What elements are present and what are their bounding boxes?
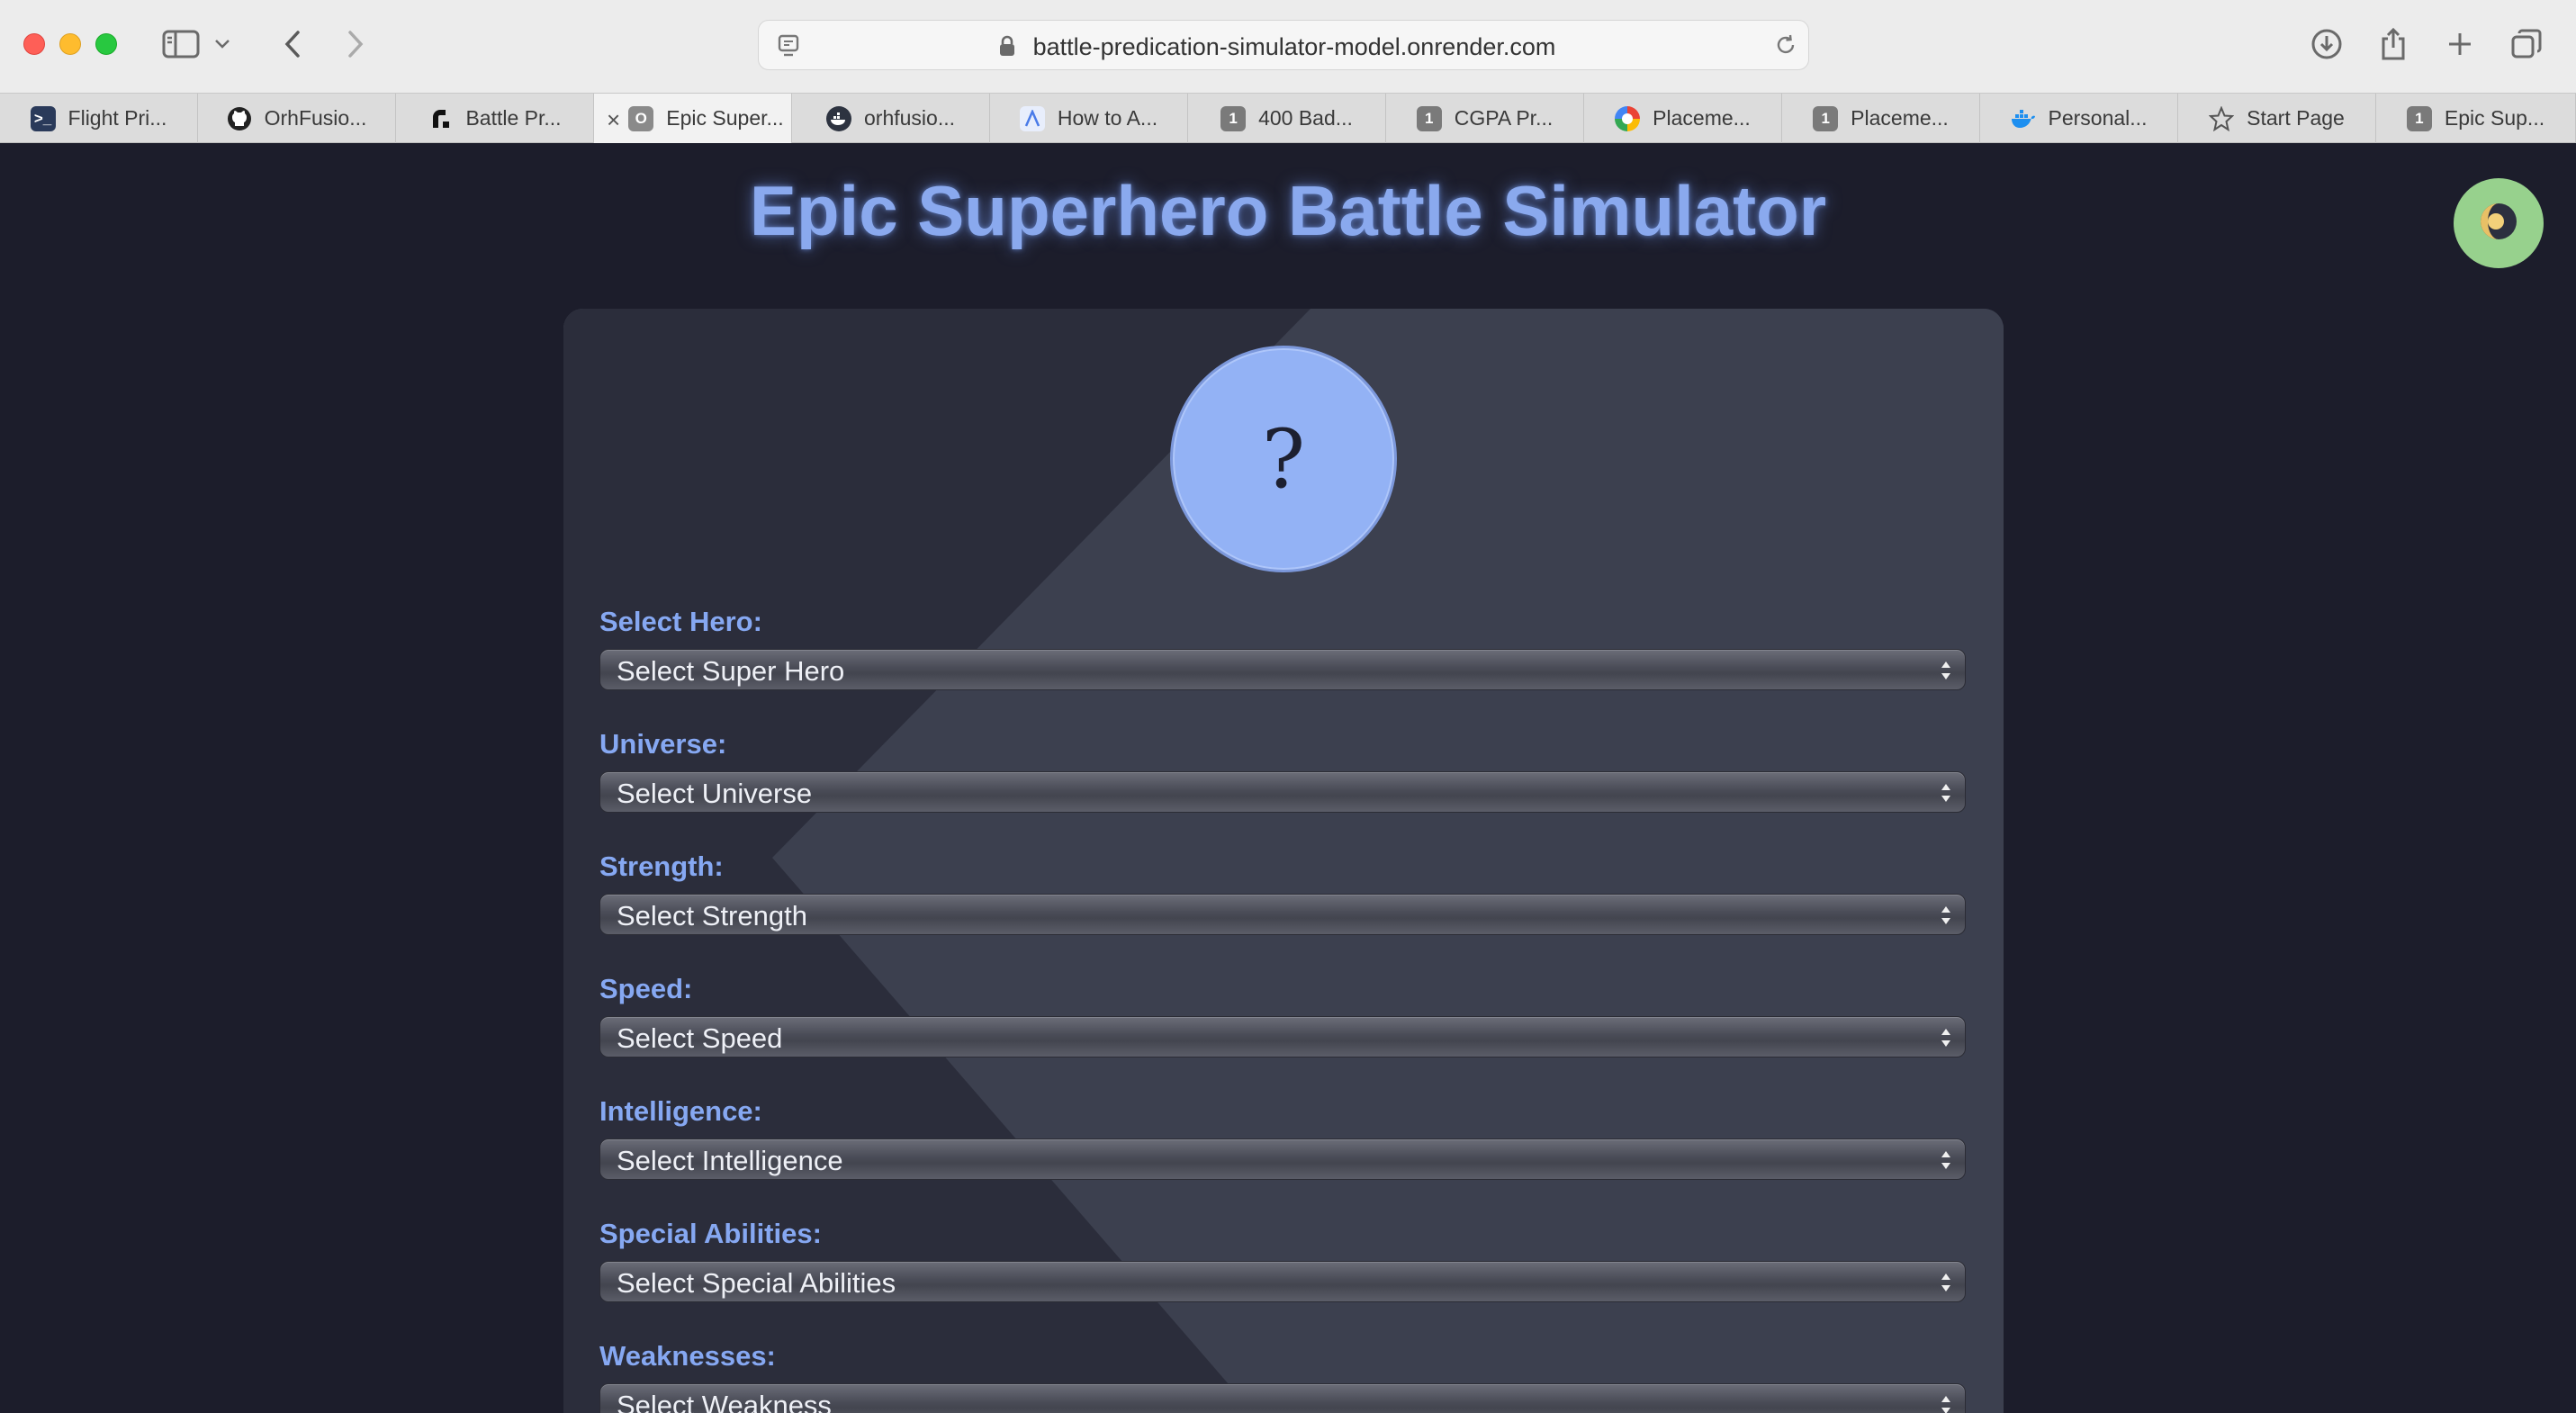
theme-toggle-button[interactable] [2454, 178, 2544, 268]
moon-sun-icon [2477, 200, 2520, 248]
tab-label: Placeme... [1851, 106, 1949, 130]
tab-flight-price[interactable]: >_ Flight Pri... [0, 94, 198, 143]
speed-label: Speed: [599, 973, 693, 1004]
tab-placement-1[interactable]: Placeme... [1584, 94, 1782, 143]
select-arrows-icon [1941, 784, 1950, 802]
tab-label: orhfusio... [864, 106, 955, 130]
select-arrows-icon [1941, 662, 1950, 680]
hero-label: Select Hero: [599, 606, 762, 637]
docker-hub-icon [826, 105, 851, 131]
tab-epic-superhero-2[interactable]: 1 Epic Sup... [2376, 94, 2576, 143]
sidebar-toggle-icon[interactable] [158, 22, 203, 67]
tab-github[interactable]: OrhFusio... [198, 94, 396, 143]
tab-overview-icon[interactable] [2504, 22, 2549, 67]
weaknesses-select[interactable]: Select Weakness [599, 1383, 1966, 1413]
share-icon[interactable] [2371, 22, 2416, 67]
strength-select[interactable]: Select Strength [599, 894, 1966, 935]
new-tab-plus-icon[interactable] [2437, 22, 2482, 67]
strength-select-value: Select Strength [617, 900, 807, 932]
lock-icon [998, 35, 1016, 61]
back-arrow-icon[interactable] [270, 22, 315, 67]
window-maximize-button[interactable] [95, 33, 117, 55]
github-icon [227, 106, 252, 131]
weaknesses-select-value: Select Weakness [617, 1390, 832, 1413]
badge-1-icon: 1 [1416, 105, 1442, 131]
chevron-down-icon[interactable] [209, 22, 236, 67]
tab-label: 400 Bad... [1258, 106, 1353, 130]
universe-select[interactable]: Select Universe [599, 771, 1966, 813]
tab-how-to[interactable]: How to A... [990, 94, 1188, 143]
intelligence-select[interactable]: Select Intelligence [599, 1138, 1966, 1180]
badge-1-icon: 1 [1813, 105, 1839, 131]
hero-avatar-placeholder: ? [1170, 346, 1397, 572]
select-arrows-icon [1941, 1274, 1950, 1292]
reload-icon[interactable] [1763, 22, 1808, 68]
render-icon [428, 106, 453, 131]
badge-1-icon: 1 [1220, 105, 1247, 131]
intelligence-label: Intelligence: [599, 1095, 762, 1127]
speed-select-value: Select Speed [617, 1022, 783, 1054]
tab-label: CGPA Pr... [1454, 106, 1554, 130]
select-arrows-icon [1941, 1396, 1950, 1413]
battle-form-panel: ? Select Hero: Select Super Hero Univers… [563, 309, 2004, 1413]
forward-arrow-icon[interactable] [333, 22, 378, 67]
window-close-button[interactable] [23, 33, 45, 55]
terminal-icon: >_ [30, 105, 56, 131]
tab-placement-2[interactable]: 1 Placeme... [1782, 94, 1980, 143]
tab-400-bad[interactable]: 1 400 Bad... [1188, 94, 1386, 143]
url-text: battle-predication-simulator-model.onren… [1032, 33, 1556, 60]
browser-toolbar: battle-predication-simulator-model.onren… [0, 0, 2576, 93]
special-abilities-label: Special Abilities: [599, 1218, 822, 1249]
page-content: Epic Superhero Battle Simulator ? Select… [0, 143, 2576, 1413]
page-o-icon: O [628, 105, 654, 131]
window-minimize-button[interactable] [59, 33, 81, 55]
docker-icon [2011, 106, 2036, 131]
speed-select[interactable]: Select Speed [599, 1016, 1966, 1058]
tab-epic-superhero-active[interactable]: × O Epic Super... [594, 94, 792, 143]
tab-label: Placeme... [1653, 106, 1751, 130]
intelligence-select-value: Select Intelligence [617, 1145, 843, 1176]
tab-label: How to A... [1057, 106, 1158, 130]
close-tab-icon[interactable]: × [607, 106, 620, 134]
tab-label: Flight Pri... [68, 106, 167, 130]
special-abilities-select-value: Select Special Abilities [617, 1267, 896, 1299]
tab-docker-hub[interactable]: orhfusio... [792, 94, 990, 143]
tab-label: Epic Super... [666, 106, 784, 130]
downloads-icon[interactable] [2304, 22, 2349, 67]
universe-label: Universe: [599, 728, 727, 760]
tab-label: Epic Sup... [2444, 106, 2545, 130]
tab-bar: >_ Flight Pri... OrhFusio... Battle Pr..… [0, 93, 2576, 143]
color-wheel-icon [1615, 105, 1641, 131]
tab-label: Start Page [2247, 106, 2345, 130]
address-bar[interactable]: battle-predication-simulator-model.onren… [758, 20, 1809, 70]
badge-1-icon: 1 [2406, 105, 2432, 131]
tab-personal[interactable]: Personal... [1980, 94, 2178, 143]
hero-select-value: Select Super Hero [617, 655, 845, 687]
tab-battle-render[interactable]: Battle Pr... [396, 94, 594, 143]
star-icon [2209, 105, 2235, 131]
tab-label: Personal... [2048, 106, 2148, 130]
select-arrows-icon [1941, 1029, 1950, 1047]
strength-label: Strength: [599, 850, 724, 882]
weaknesses-label: Weaknesses: [599, 1340, 776, 1372]
universe-select-value: Select Universe [617, 778, 813, 809]
a-icon [1019, 105, 1045, 131]
tab-cgpa[interactable]: 1 CGPA Pr... [1386, 94, 1584, 143]
tab-label: Battle Pr... [465, 106, 562, 130]
select-arrows-icon [1941, 906, 1950, 924]
tab-start-page[interactable]: Start Page [2178, 94, 2376, 143]
special-abilities-select[interactable]: Select Special Abilities [599, 1261, 1966, 1302]
select-arrows-icon [1941, 1151, 1950, 1169]
tab-label: OrhFusio... [264, 106, 367, 130]
hero-select[interactable]: Select Super Hero [599, 649, 1966, 690]
page-title: Epic Superhero Battle Simulator [749, 171, 1827, 250]
